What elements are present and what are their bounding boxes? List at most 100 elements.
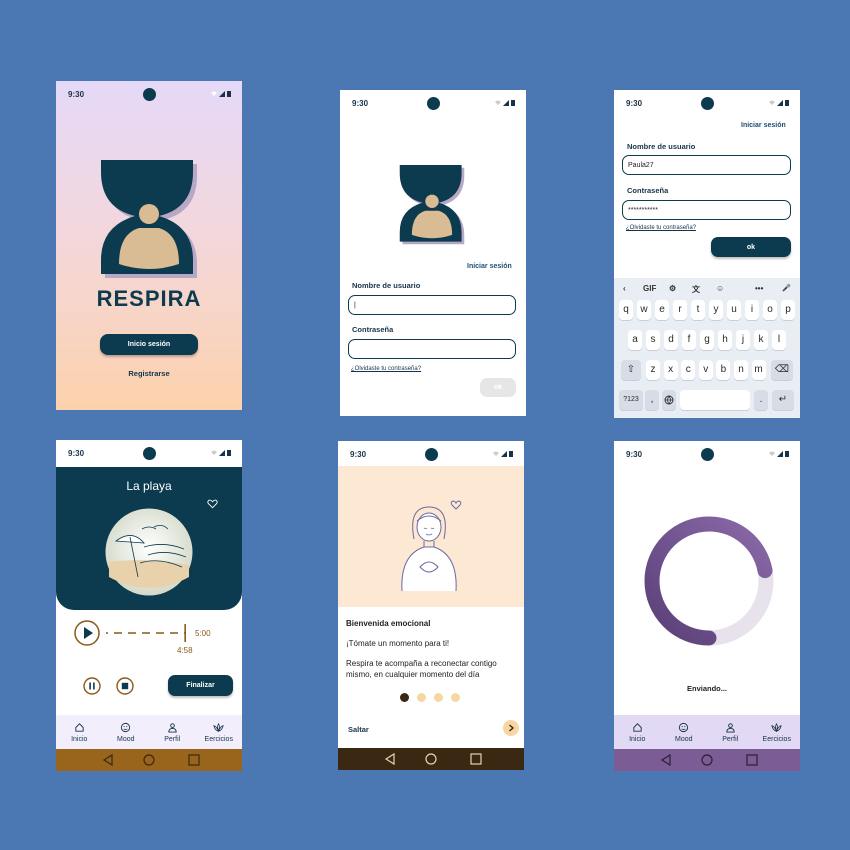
tab-label: Mood bbox=[116, 735, 135, 743]
app-name-title: RESPIRA bbox=[96, 286, 202, 311]
profile-icon bbox=[726, 722, 735, 733]
play-button[interactable] bbox=[74, 620, 100, 646]
shift-key[interactable]: ⇧ bbox=[621, 360, 641, 380]
camera-notch bbox=[425, 448, 438, 461]
key-g[interactable]: g bbox=[700, 330, 714, 350]
keyboard-mic-icon[interactable]: 🎤 bbox=[782, 284, 791, 292]
tab-perfil[interactable]: Perfil bbox=[149, 715, 196, 749]
stop-button[interactable] bbox=[116, 677, 134, 695]
key-j[interactable]: j bbox=[736, 330, 750, 350]
onboarding-line1: ¡Tómate un momento para ti! bbox=[346, 639, 450, 648]
keyboard-gif-button[interactable]: GIF bbox=[643, 284, 656, 293]
symbols-key[interactable]: ?123 bbox=[619, 390, 643, 410]
key-i[interactable]: i bbox=[745, 300, 759, 320]
tab-label: Perfil bbox=[164, 735, 181, 743]
backspace-key[interactable]: ⌫ bbox=[771, 360, 793, 380]
finish-button[interactable]: Finalizar bbox=[168, 675, 233, 696]
key-f[interactable]: f bbox=[682, 330, 696, 350]
key-k[interactable]: k bbox=[754, 330, 768, 350]
key-w[interactable]: w bbox=[637, 300, 651, 320]
system-nav-icons bbox=[384, 752, 482, 766]
tab-inicio[interactable]: Inicio bbox=[56, 715, 103, 749]
ok-button[interactable]: ok bbox=[711, 237, 791, 257]
onboarding-title: Bienvenida emocional bbox=[346, 619, 431, 628]
keyboard-more-icon[interactable]: ••• bbox=[755, 284, 763, 293]
bottom-tab-bar: Inicio Mood Perfil Eercicios bbox=[614, 715, 800, 749]
splash-screen: 9:30 RESPIRA Inicio sesión Registrarse bbox=[56, 81, 242, 410]
key-p[interactable]: p bbox=[781, 300, 795, 320]
space-key[interactable] bbox=[680, 390, 750, 410]
elapsed-time: 4:58 bbox=[177, 646, 193, 655]
forgot-password-link[interactable]: ¿Olvidaste tu contraseña? bbox=[351, 366, 421, 372]
ok-button-disabled[interactable]: ok bbox=[480, 378, 516, 397]
key-h[interactable]: h bbox=[718, 330, 732, 350]
tab-ejercicios[interactable]: Eercicios bbox=[196, 715, 243, 749]
tab-inicio[interactable]: Inicio bbox=[614, 715, 661, 749]
profile-icon bbox=[168, 722, 177, 733]
status-time: 9:30 bbox=[626, 450, 643, 459]
tab-mood[interactable]: Mood bbox=[661, 715, 708, 749]
emoji-comma-key[interactable]: , bbox=[645, 390, 659, 410]
key-y[interactable]: y bbox=[709, 300, 723, 320]
key-r[interactable]: r bbox=[673, 300, 687, 320]
progress-track[interactable] bbox=[106, 622, 188, 644]
hourglass-logo-icon bbox=[399, 165, 465, 245]
status-time: 9:30 bbox=[350, 450, 367, 459]
forgot-password-link[interactable]: ¿Olvidaste tu contraseña? bbox=[626, 225, 696, 231]
key-a[interactable]: a bbox=[628, 330, 642, 350]
password-label: Contraseña bbox=[627, 186, 669, 195]
password-input[interactable] bbox=[348, 339, 516, 359]
key-u[interactable]: u bbox=[727, 300, 741, 320]
username-input[interactable]: Paula27 bbox=[622, 155, 791, 175]
username-input[interactable]: | bbox=[348, 295, 516, 315]
key-n[interactable]: n bbox=[734, 360, 748, 380]
key-t[interactable]: t bbox=[691, 300, 705, 320]
tab-mood[interactable]: Mood bbox=[103, 715, 150, 749]
key-l[interactable]: l bbox=[772, 330, 786, 350]
username-label: Nombre de usuario bbox=[352, 281, 421, 290]
next-arrow-button[interactable] bbox=[503, 720, 519, 736]
tab-perfil[interactable]: Perfil bbox=[707, 715, 754, 749]
camera-notch bbox=[427, 97, 440, 110]
login-typing-screen: 9:30 Iniciar sesión Nombre de usuario Pa… bbox=[614, 90, 800, 418]
page-dot[interactable] bbox=[400, 693, 409, 702]
username-label: Nombre de usuario bbox=[627, 142, 696, 151]
globe-key[interactable] bbox=[662, 390, 676, 410]
key-o[interactable]: o bbox=[763, 300, 777, 320]
system-nav-icons bbox=[102, 753, 200, 767]
beach-illustration-icon bbox=[104, 507, 194, 597]
login-button[interactable]: Inicio sesión bbox=[100, 334, 198, 355]
skip-link[interactable]: Saltar bbox=[348, 725, 369, 734]
key-b[interactable]: b bbox=[716, 360, 731, 380]
home-icon bbox=[633, 722, 642, 732]
page-dot[interactable] bbox=[434, 693, 443, 702]
key-e[interactable]: e bbox=[655, 300, 669, 320]
keyboard-settings-icon[interactable]: ⚙ bbox=[669, 284, 676, 293]
login-top-link[interactable]: Iniciar sesión bbox=[741, 122, 786, 129]
key-v[interactable]: v bbox=[698, 360, 713, 380]
hourglass-logo-icon bbox=[101, 160, 197, 278]
key-m[interactable]: m bbox=[751, 360, 766, 380]
login-top-link[interactable]: Iniciar sesión bbox=[467, 263, 512, 270]
period-key[interactable]: . bbox=[754, 390, 768, 410]
heart-favorite-icon[interactable] bbox=[207, 499, 218, 509]
status-icons bbox=[211, 91, 231, 97]
enter-key[interactable]: ↵ bbox=[772, 390, 794, 410]
key-x[interactable]: x bbox=[663, 360, 678, 380]
password-input[interactable]: *********** bbox=[622, 200, 791, 220]
home-icon bbox=[75, 722, 84, 732]
page-dot[interactable] bbox=[451, 693, 460, 702]
lotus-icon bbox=[771, 722, 782, 732]
key-c[interactable]: c bbox=[681, 360, 696, 380]
keyboard-translate-icon[interactable]: 文 bbox=[692, 284, 700, 295]
pause-button[interactable] bbox=[83, 677, 101, 695]
key-d[interactable]: d bbox=[664, 330, 678, 350]
tab-ejercicios[interactable]: Eercicios bbox=[754, 715, 801, 749]
key-z[interactable]: z bbox=[646, 360, 660, 380]
key-q[interactable]: q bbox=[619, 300, 633, 320]
keyboard-sticker-icon[interactable]: ☺ bbox=[716, 284, 724, 293]
key-s[interactable]: s bbox=[646, 330, 660, 350]
keyboard-back-icon[interactable]: ‹ bbox=[623, 284, 626, 293]
register-link[interactable]: Registrarse bbox=[56, 369, 242, 378]
page-dot[interactable] bbox=[417, 693, 426, 702]
